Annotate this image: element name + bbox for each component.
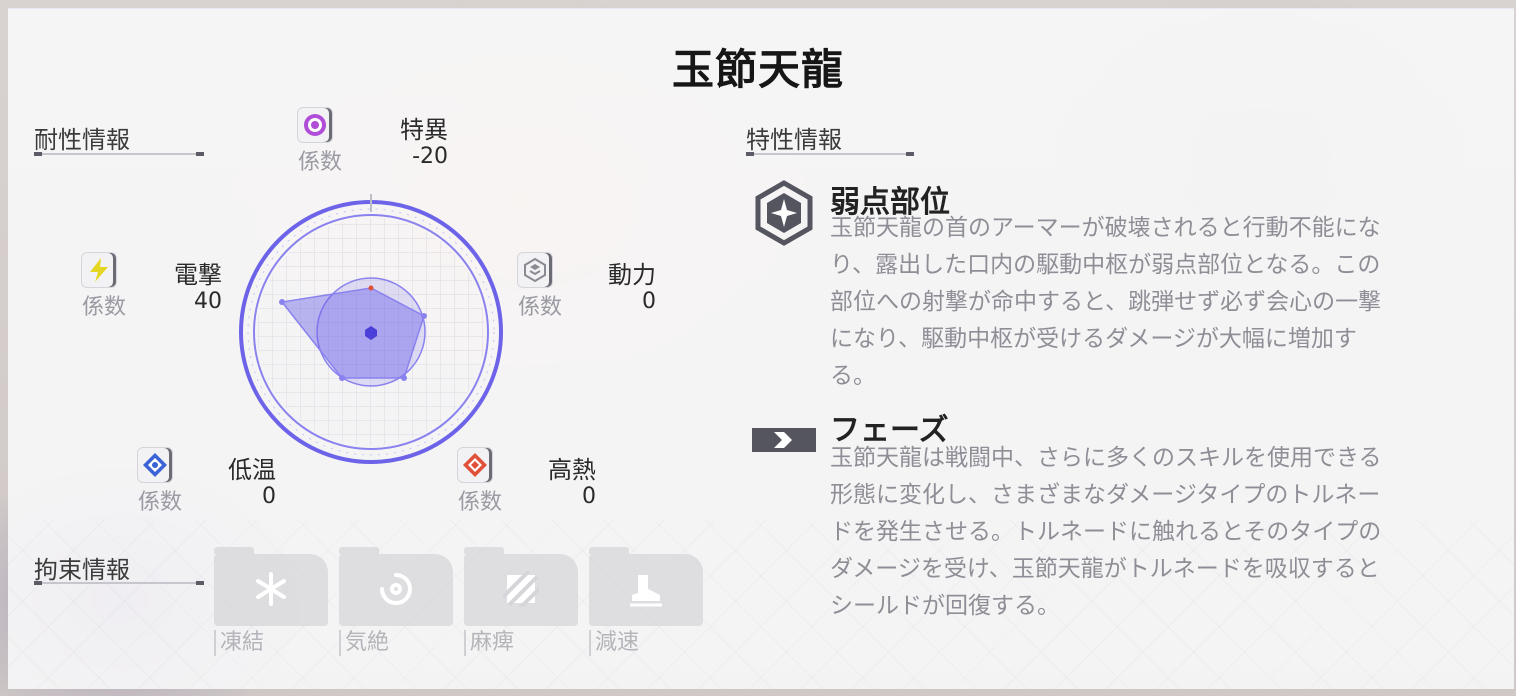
- trait-phase-line: 玉節天龍は戦闘中、さらに多くのスキルを使用できる: [830, 445, 1382, 471]
- lightning-icon: [82, 253, 116, 287]
- stat-electric: 電撃 係数 40: [82, 253, 222, 323]
- trait-phase-line: ドを発生させる。トルネードに触れるとそのタイプの: [830, 519, 1382, 545]
- stat-electric-value: 40: [194, 289, 222, 314]
- stun-swirl-icon: [377, 570, 415, 608]
- radar-vertex-kinetic: [421, 313, 427, 319]
- binding-freeze: 凍結: [214, 547, 328, 656]
- binding-paralysis: 麻痺: [464, 547, 578, 656]
- trait-weak-point-line: り、露出した口内の駆動中枢が弱点部位となる。この: [830, 252, 1381, 278]
- stat-fire-name: 高熱: [548, 456, 596, 484]
- trait-weak-point-line: 玉節天龍の首のアーマーが破壊されると行動不能にな: [830, 215, 1381, 241]
- stat-fire-coef-label: 係数: [458, 490, 503, 515]
- stat-anomaly: 特異 係数 -20: [298, 108, 448, 178]
- binding-freeze-label: 凍結: [214, 630, 264, 656]
- trait-phase-line: シールドが回復する。: [830, 593, 1060, 619]
- resistance-header-underline: [34, 152, 204, 156]
- binding-stun: 気絶: [339, 547, 453, 656]
- stat-kinetic-name: 動力: [608, 261, 656, 289]
- stat-anomaly-coef-label: 係数: [298, 150, 343, 175]
- trait-phase-line: 形態に変化し、さまざまなダメージタイプのトルネー: [830, 482, 1381, 508]
- radar-vertex-anomaly: [368, 285, 374, 291]
- stat-kinetic-value: 0: [642, 289, 656, 314]
- trait-weak-point-line: 部位への射撃が命中すると、跳弾せず必ず会心の一撃: [830, 289, 1382, 315]
- enemy-title: 玉節天龍: [671, 45, 844, 94]
- stat-anomaly-value: -20: [412, 144, 448, 169]
- ice-crystal-icon: [138, 448, 172, 482]
- resistance-header: 耐性情報: [34, 126, 130, 154]
- anomaly-target-icon: [298, 108, 332, 142]
- weak-point-hexagon-icon: [752, 180, 816, 250]
- stat-fire-value: 0: [582, 484, 596, 509]
- trait-phase-desc: 玉節天龍は戦闘中、さらに多くのスキルを使用できる 形態に変化し、さまざまなダメー…: [830, 440, 1480, 625]
- resistance-radar-chart: [239, 194, 503, 464]
- radar-vertex-electric: [279, 299, 285, 305]
- stat-electric-name: 電撃: [174, 261, 222, 289]
- stat-ice-value: 0: [262, 484, 276, 509]
- traits-header: 特性情報: [746, 126, 842, 154]
- stat-electric-coef-label: 係数: [82, 295, 127, 320]
- radar-vertex-fire: [401, 375, 407, 381]
- stat-kinetic: 動力 係数 0: [518, 253, 656, 323]
- stat-anomaly-name: 特異: [400, 116, 448, 144]
- freeze-snowflake-icon: [252, 570, 290, 608]
- paralysis-bolt-icon: [502, 570, 540, 608]
- binding-stun-label: 気絶: [339, 630, 389, 656]
- binding-paralysis-label: 麻痺: [464, 630, 514, 656]
- trait-weak-point-line: る。: [830, 363, 876, 389]
- slow-boot-icon: [627, 570, 665, 608]
- phase-arrow-icon: [752, 428, 816, 456]
- trait-weak-point-desc: 玉節天龍の首のアーマーが破壊されると行動不能にな り、露出した口内の駆動中枢が弱…: [830, 210, 1480, 395]
- stat-ice-coef-label: 係数: [138, 490, 183, 515]
- binding-header: 拘束情報: [34, 556, 130, 584]
- kinetic-cube-icon: [518, 253, 552, 287]
- binding-header-underline: [34, 581, 204, 585]
- stat-kinetic-coef-label: 係数: [518, 295, 563, 320]
- binding-slow: 減速: [589, 547, 703, 656]
- trait-weak-point-line: になり、駆動中枢が受けるダメージが大幅に増加す: [830, 326, 1357, 352]
- binding-slow-label: 減速: [589, 630, 639, 656]
- trait-phase-line: ダメージを受け、玉節天龍がトルネードを吸収すると: [830, 556, 1380, 582]
- traits-header-underline: [746, 152, 914, 156]
- radar-vertex-ice: [339, 375, 345, 381]
